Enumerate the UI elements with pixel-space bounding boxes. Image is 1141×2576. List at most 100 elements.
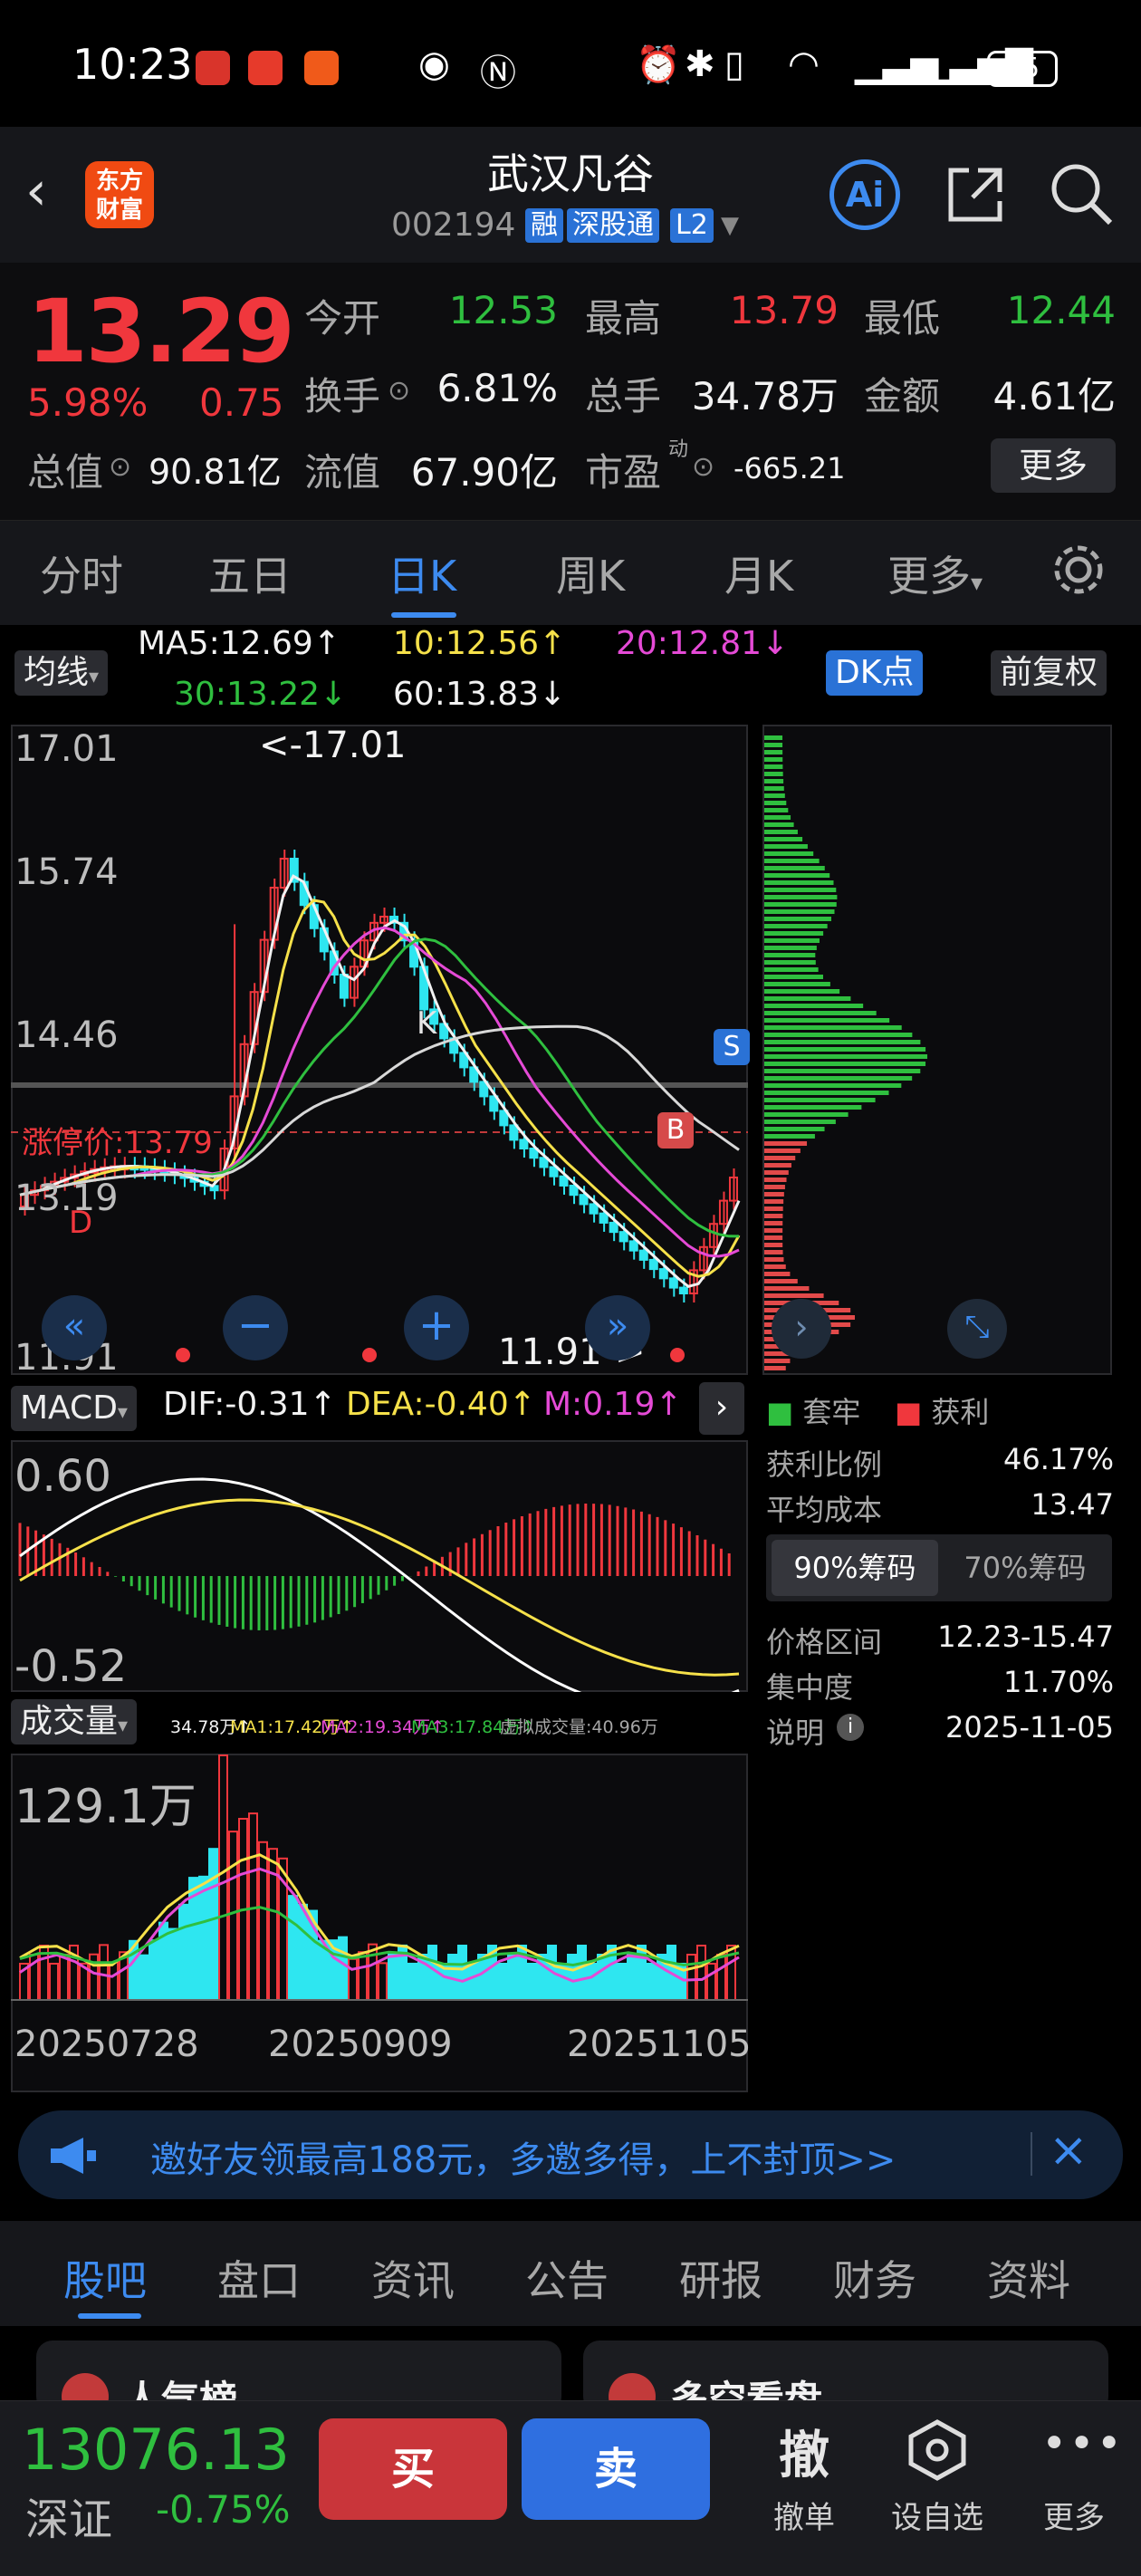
chip-bar — [764, 1083, 902, 1088]
chip-bar — [764, 931, 824, 936]
ma60-label: 60:13.83↓ — [393, 676, 567, 713]
close-icon[interactable]: × — [1049, 2123, 1088, 2177]
settings-gear-icon[interactable] — [1050, 542, 1107, 598]
chip-bar — [764, 975, 823, 979]
scroll-left-button[interactable]: « — [42, 1295, 107, 1360]
macd-y-top: 0.60 — [14, 1451, 111, 1502]
tab-intraday[interactable]: 分时 — [40, 543, 123, 603]
tab-more[interactable]: 更多▾ — [887, 543, 983, 603]
promo-text[interactable]: 邀好友领最高188元，多邀多得，上不封顶>> — [150, 2130, 896, 2183]
tab-research[interactable]: 研报 — [679, 2248, 762, 2308]
ma20-label: 20:12.81↓ — [616, 625, 790, 662]
buy-signal-marker[interactable]: B — [657, 1112, 694, 1149]
more-quote-button[interactable]: 更多 — [991, 438, 1116, 493]
change-amount: 0.75 — [199, 380, 284, 425]
active-tab-indicator — [391, 612, 456, 618]
buy-button[interactable]: 买 — [319, 2418, 507, 2520]
ma-indicator-selector[interactable]: 均线▾ — [14, 650, 109, 696]
chip-bar — [764, 1047, 926, 1052]
chip-bar — [764, 902, 837, 907]
low-label: 最低 — [864, 296, 941, 341]
tab-profile[interactable]: 资料 — [987, 2248, 1070, 2308]
ai-button[interactable]: Ai — [829, 159, 900, 230]
volume-bar — [198, 1875, 208, 2001]
avg-cost-label: 平均成本 — [766, 1493, 883, 1527]
eye-icon: ◉ — [418, 43, 450, 85]
chip-bar — [764, 815, 791, 820]
index-value[interactable]: 13076.13 — [22, 2417, 290, 2483]
share-icon[interactable] — [942, 161, 1009, 228]
chip-bar — [764, 1112, 849, 1117]
bluetooth-icon: ✱ — [685, 43, 715, 85]
tab-news[interactable]: 资讯 — [371, 2248, 455, 2308]
chip-bar — [764, 1366, 786, 1370]
dropdown-icon[interactable]: ▼ — [721, 212, 739, 239]
notification-app-icon — [248, 51, 283, 85]
macd-dea: DEA:-0.40↑ — [346, 1386, 536, 1423]
chip-bar — [764, 750, 783, 755]
info-icon[interactable]: ⊙ — [109, 451, 131, 483]
tab-forum[interactable]: 股吧 — [63, 2248, 147, 2308]
info-icon[interactable]: ⊙ — [692, 451, 714, 483]
more-actions-button[interactable]: 更多 — [1029, 2493, 1119, 2537]
index-change[interactable]: -0.75% — [156, 2487, 291, 2532]
add-watchlist-button[interactable]: 设自选 — [878, 2493, 996, 2537]
next-indicator-button[interactable]: › — [699, 1382, 744, 1435]
chip-bar — [764, 880, 834, 885]
more-dots-icon[interactable]: ••• — [1041, 2418, 1124, 2469]
volume-bar — [567, 1954, 577, 2001]
tab-daily-k[interactable]: 日K — [388, 543, 456, 603]
info-icon[interactable]: ⊙ — [388, 375, 410, 407]
chip-bar — [764, 1062, 926, 1066]
volume-bar — [696, 1945, 706, 2001]
chip-bar — [764, 1243, 783, 1247]
adjust-mode-button[interactable]: 前复权 — [991, 650, 1107, 696]
expand-icon[interactable]: ⤡ — [947, 1299, 1007, 1359]
kline-chart[interactable] — [11, 725, 748, 1375]
candle — [618, 1231, 628, 1243]
macd-indicator-selector[interactable]: MACD▾ — [11, 1386, 137, 1431]
volume-bar — [338, 1936, 348, 2001]
index-name[interactable]: 深证 — [25, 2484, 112, 2547]
search-icon[interactable] — [1047, 159, 1116, 228]
tab-five-day[interactable]: 五日 — [208, 543, 292, 603]
dk-point-button[interactable]: DK点 — [826, 650, 924, 696]
tab-chip-90[interactable]: 90%筹码 — [772, 1540, 938, 1596]
chip-bar — [764, 1163, 791, 1168]
tab-order-book[interactable]: 盘口 — [217, 2248, 301, 2308]
volume-bar — [288, 1895, 298, 2001]
turnover-value: 6.81% — [436, 366, 558, 410]
cancel-order-icon[interactable]: 撤 — [768, 2415, 840, 2488]
tab-weekly-k[interactable]: 周K — [556, 543, 625, 603]
chip-bar — [764, 960, 816, 965]
volume-bar — [627, 1954, 637, 2001]
candle — [579, 1194, 589, 1206]
tab-announcements[interactable]: 公告 — [525, 2248, 609, 2308]
tab-chip-70[interactable]: 70%筹码 — [942, 1540, 1108, 1596]
chip-bar — [764, 1286, 810, 1291]
volume-bar — [368, 1943, 378, 2002]
tab-financials[interactable]: 财务 — [833, 2248, 916, 2308]
sell-signal-marker[interactable]: S — [714, 1029, 750, 1065]
low-value: 12.44 — [1006, 288, 1116, 332]
sell-button[interactable]: 卖 — [522, 2418, 710, 2520]
info-icon[interactable]: i — [837, 1714, 864, 1741]
tab-monthly-k[interactable]: 月K — [724, 543, 793, 603]
d-marker: D — [69, 1205, 93, 1241]
scroll-right-button[interactable]: » — [585, 1295, 650, 1360]
volume-bar — [99, 1944, 109, 2001]
volume-indicator-selector[interactable]: 成交量▾ — [11, 1699, 138, 1745]
chip-legend-hold: ■ 套牢 — [766, 1389, 860, 1431]
chip-bar — [764, 1120, 836, 1124]
cancel-order-button[interactable]: 撤单 — [759, 2493, 849, 2537]
chip-bar — [764, 1257, 784, 1262]
zoom-in-button[interactable]: + — [404, 1295, 469, 1360]
nfc-icon: Ⓝ — [480, 53, 516, 94]
watchlist-icon[interactable] — [906, 2418, 969, 2482]
market-cap-label: 总值 — [27, 450, 104, 495]
chip-bar — [764, 743, 783, 747]
zoom-out-button[interactable]: − — [223, 1295, 288, 1360]
chip-prev-button[interactable]: › — [772, 1299, 831, 1359]
volume-bar — [139, 1954, 149, 2001]
x-axis-date: 20251105 — [567, 2023, 752, 2065]
